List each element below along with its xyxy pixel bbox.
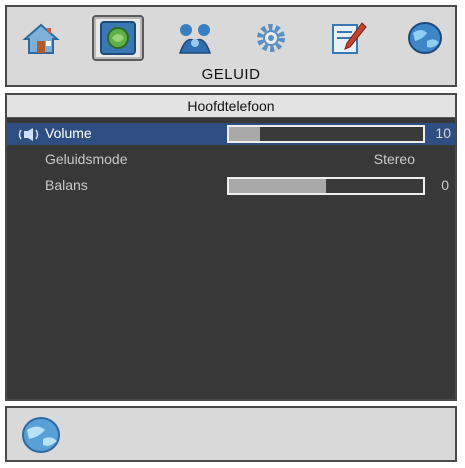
panel-header: Hoofdtelefoon [7, 95, 455, 118]
picture-settings-icon [99, 21, 136, 55]
menu-tile-home[interactable] [15, 15, 67, 61]
volume-value: 10 [435, 125, 451, 141]
notes-icon [332, 22, 367, 54]
menu-icon-row [15, 15, 451, 61]
volume-slider-fill [229, 127, 261, 141]
globe-icon [407, 22, 442, 54]
menu-row-volume[interactable]: Volume 10 [7, 123, 455, 145]
menu-tile-settings[interactable] [245, 15, 297, 61]
top-menu-bar: GELUID [5, 5, 457, 87]
menu-row-sound-mode[interactable]: Geluidsmode Stereo [7, 149, 455, 171]
menu-title: GELUID [201, 66, 261, 83]
speaker-icon [18, 128, 39, 141]
balance-label: Balans [45, 177, 88, 193]
menu-tile-sound[interactable] [169, 15, 221, 61]
menu-tile-notes[interactable] [322, 15, 374, 61]
menu-tile-picture[interactable] [91, 15, 144, 61]
sound-icon [178, 24, 211, 54]
balance-value: 0 [441, 177, 449, 193]
sound-mode-value: Stereo [373, 151, 415, 167]
sound-mode-label: Geluidsmode [45, 151, 128, 167]
settings-gear-icon [257, 24, 286, 52]
home-icon [22, 23, 60, 54]
balance-slider[interactable] [227, 177, 425, 195]
menu-row-balance[interactable]: Balans 0 [7, 175, 455, 197]
balance-slider-fill [229, 179, 326, 193]
volume-slider[interactable] [227, 125, 425, 143]
settings-panel: Hoofdtelefoon Volume 10 Geluidsmode Ster… [5, 93, 457, 401]
globe-icon [22, 417, 60, 453]
menu-tile-globe[interactable] [399, 15, 451, 61]
bottom-bar [5, 406, 457, 462]
volume-label: Volume [45, 125, 92, 141]
